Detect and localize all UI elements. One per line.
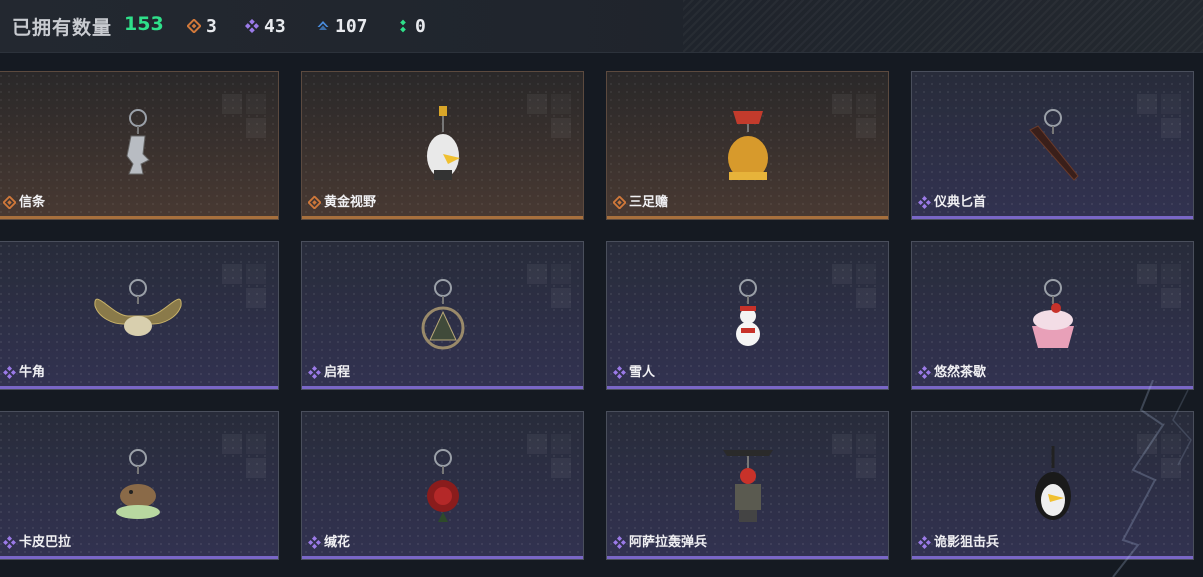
purple-diamond-icon [3, 536, 16, 549]
item-card[interactable]: 诡影狙击兵 [911, 411, 1194, 560]
stat-orange-value: 3 [206, 15, 217, 37]
owned-count-label: 已拥有数量 [12, 17, 113, 39]
rarity-bar [607, 216, 888, 219]
card-pattern [832, 94, 878, 140]
item-name: 缄花 [324, 535, 351, 550]
rarity-bar [302, 556, 583, 559]
item-card[interactable]: 阿萨拉轰弹兵 [606, 411, 889, 560]
item-card[interactable]: 三足赡 [606, 71, 889, 220]
keychain-horns-icon [93, 276, 183, 356]
rarity-bar [302, 216, 583, 219]
item-name: 雪人 [629, 365, 656, 380]
keychain-capybara-icon [93, 446, 183, 526]
purple-diamond-icon [613, 366, 626, 379]
item-name: 三足赡 [629, 195, 669, 210]
item-name: 仪典匕首 [934, 195, 987, 210]
item-name: 黄金视野 [324, 195, 377, 210]
purple-diamond-icon [308, 366, 321, 379]
card-pattern [1137, 264, 1183, 310]
stat-purple: 43 [245, 15, 286, 37]
blue-chevron-icon [316, 19, 330, 33]
item-card[interactable]: 悠然茶歇 [911, 241, 1194, 390]
stat-green: 0 [396, 15, 426, 37]
stat-blue: 107 [316, 15, 368, 37]
keychain-eagle-icon [398, 106, 488, 186]
keychain-penguin-icon [1008, 446, 1098, 526]
rarity-bar [912, 216, 1193, 219]
keychain-snowman-icon [703, 276, 793, 356]
item-card[interactable]: 黄金视野 [301, 71, 584, 220]
card-pattern [222, 94, 268, 140]
green-dots-icon [396, 19, 410, 33]
item-name: 诡影狙击兵 [934, 535, 1000, 550]
card-pattern [527, 94, 573, 140]
inventory-header: 已拥有数量 153 3 43 107 0 [0, 0, 1203, 53]
stat-orange: 3 [187, 15, 217, 37]
keychain-golden-toad-icon [703, 106, 793, 186]
item-card[interactable]: 缄花 [301, 411, 584, 560]
item-card[interactable]: 启程 [301, 241, 584, 390]
rarity-bar [0, 556, 278, 559]
item-card[interactable]: 仪典匕首 [911, 71, 1194, 220]
keychain-rose-icon [398, 446, 488, 526]
stat-purple-value: 43 [264, 15, 286, 37]
item-card[interactable]: 雪人 [606, 241, 889, 390]
keychain-cupcake-icon [1008, 276, 1098, 356]
orange-diamond-icon [308, 196, 321, 209]
purple-diamond-icon [308, 536, 321, 549]
item-name: 信条 [19, 195, 46, 210]
item-card[interactable]: 卡皮巴拉 [0, 411, 279, 560]
rarity-bar [912, 386, 1193, 389]
purple-diamond-icon [3, 366, 16, 379]
card-pattern [222, 434, 268, 480]
stat-blue-value: 107 [335, 15, 368, 37]
orange-diamond-icon [613, 196, 626, 209]
keychain-medallion-icon [398, 276, 488, 356]
rarity-bar [0, 216, 278, 219]
card-pattern [527, 264, 573, 310]
card-pattern [222, 264, 268, 310]
purple-diamond-icon [918, 536, 931, 549]
purple-diamond-icon [918, 366, 931, 379]
item-grid: 信条 黄金视野 三足赡 仪典匕首牛角 启程 雪人 悠然茶歇卡皮巴拉 缄花 阿萨拉轰弹兵 诡影狙击兵 [0, 71, 1203, 577]
rarity-bar [302, 386, 583, 389]
orange-diamond-icon [187, 19, 201, 33]
card-pattern [832, 434, 878, 480]
item-name: 悠然茶歇 [934, 365, 987, 380]
keychain-soldier-icon [703, 446, 793, 526]
item-card[interactable]: 牛角 [0, 241, 279, 390]
rarity-bar [912, 556, 1193, 559]
keychain-dagger-icon [1008, 106, 1098, 186]
owned-count-value: 153 [124, 13, 164, 35]
card-pattern [1137, 434, 1183, 480]
item-name: 阿萨拉轰弹兵 [629, 535, 708, 550]
item-name: 卡皮巴拉 [19, 535, 72, 550]
rarity-bar [0, 386, 278, 389]
rarity-bar [607, 556, 888, 559]
item-card[interactable]: 信条 [0, 71, 279, 220]
purple-diamond-icon [245, 19, 259, 33]
purple-diamond-icon [918, 196, 931, 209]
purple-diamond-icon [613, 536, 626, 549]
item-name: 牛角 [19, 365, 46, 380]
card-pattern [527, 434, 573, 480]
orange-diamond-icon [3, 196, 16, 209]
rarity-bar [607, 386, 888, 389]
stat-green-value: 0 [415, 15, 426, 37]
keychain-trophy-icon [93, 106, 183, 186]
card-pattern [832, 264, 878, 310]
item-name: 启程 [324, 365, 351, 380]
card-pattern [1137, 94, 1183, 140]
